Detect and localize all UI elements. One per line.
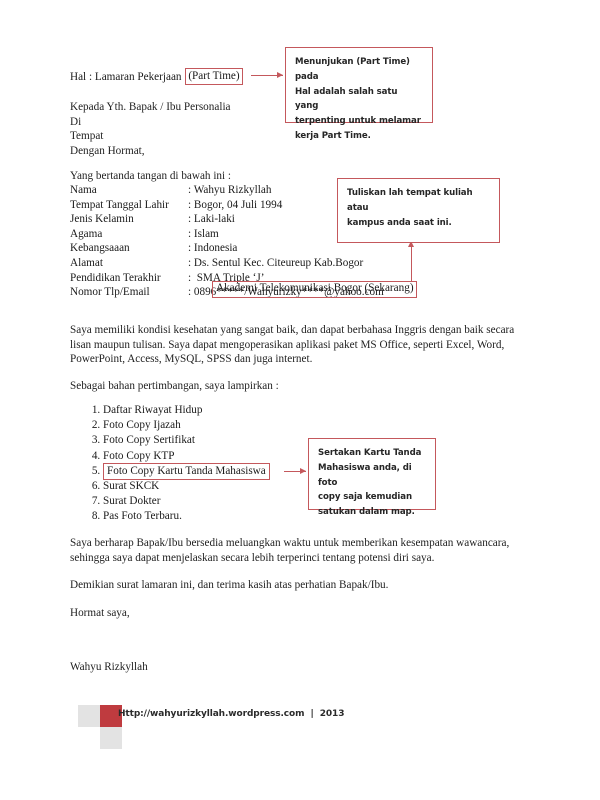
- data-key: Nomor Tlp/Email: [70, 286, 150, 299]
- list-item-label: Pas Foto Terbaru.: [103, 510, 182, 523]
- data-value: : Ds. Sentul Kec. Citeureup Kab.Bogor: [188, 256, 364, 269]
- paragraph-skills: Saya memiliki kondisi kesehatan yang san…: [70, 324, 515, 366]
- data-key: Tempat Tanggal Lahir: [70, 198, 169, 211]
- list-item-label: Surat SKCK: [103, 480, 160, 493]
- annotation-part-time: Menunjukan (Part Time) pada Hal adalah s…: [285, 47, 433, 141]
- subject-line: Hal : Lamaran Pekerjaan (Part Time): [70, 68, 243, 85]
- signature-name: Wahyu Rizkyllah: [70, 661, 148, 673]
- list-item-highlighted: Foto Copy Kartu Tanda Mahasiswa: [103, 462, 270, 481]
- annotation-student-card: Sertakan Kartu Tanda Mahasiswa anda, di …: [308, 438, 436, 517]
- logo-square-gray-left: [78, 705, 100, 727]
- data-key: Agama: [70, 227, 103, 240]
- list-item: Pas Foto Terbaru.: [103, 509, 270, 524]
- list-item: Surat Dokter: [103, 494, 270, 509]
- annotation-campus-text: Tuliskan lah tempat kuliah atau kampus a…: [347, 188, 473, 228]
- highlight-box-part-time[interactable]: (Part Time): [185, 68, 243, 85]
- data-key: Kebangsaaan: [70, 242, 130, 255]
- list-item-label: Foto Copy Ijazah: [103, 419, 181, 432]
- list-item-label: Surat Dokter: [103, 495, 161, 508]
- list-item-label: Daftar Riwayat Hidup: [103, 404, 203, 416]
- logo-square-gray-bottom: [100, 727, 122, 749]
- recipient-block: Kepada Yth. Bapak / Ibu Personalia Di Te…: [70, 101, 231, 157]
- intro-line: Yang bertanda tangan di bawah ini :: [70, 170, 232, 182]
- data-value: : Indonesia: [188, 242, 238, 255]
- table-row: Kebangsaaan : Indonesia: [70, 241, 384, 256]
- data-key: Pendidikan Terakhir: [70, 271, 161, 284]
- list-item: Daftar Riwayat Hidup: [103, 403, 270, 418]
- sign-off: Hormat saya,: [70, 607, 130, 619]
- list-item-label: Foto Copy Sertifikat: [103, 434, 195, 447]
- highlight-box-education[interactable]: Akademi Telekomunikasi Bogor (Sekarang): [212, 281, 417, 298]
- data-key: Nama: [70, 184, 97, 196]
- list-item: Foto Copy KTP: [103, 449, 270, 464]
- annotation-part-time-text: Menunjukan (Part Time) pada Hal adalah s…: [295, 57, 421, 141]
- list-item: Foto Copy Sertifikat: [103, 433, 270, 448]
- list-item-label: Foto Copy KTP: [103, 449, 175, 462]
- highlight-box-student-card[interactable]: Foto Copy Kartu Tanda Mahasiswa: [103, 462, 270, 481]
- subject-label: Hal : Lamaran Pekerjaan: [70, 70, 185, 83]
- document-page: Hal : Lamaran Pekerjaan (Part Time) Menu…: [0, 0, 600, 800]
- footer-url-text[interactable]: Http://wahyurizkyllah.wordpress.com | 20…: [118, 709, 344, 719]
- attachments-list: Daftar Riwayat Hidup Foto Copy Ijazah Fo…: [75, 403, 270, 525]
- page-footer: Http://wahyurizkyllah.wordpress.com | 20…: [0, 700, 600, 760]
- annotation-student-card-text: Sertakan Kartu Tanda Mahasiswa anda, di …: [318, 448, 422, 518]
- paragraph-attachments-lead: Sebagai bahan pertimbangan, saya lampirk…: [70, 380, 279, 392]
- data-key: Alamat: [70, 256, 103, 269]
- list-item: Surat SKCK: [103, 479, 270, 494]
- annotation-campus: Tuliskan lah tempat kuliah atau kampus a…: [337, 178, 500, 243]
- data-key: Jenis Kelamin: [70, 213, 134, 226]
- table-row: Alamat : Ds. Sentul Kec. Citeureup Kab.Bo…: [70, 256, 384, 271]
- list-item: Foto Copy Ijazah: [103, 418, 270, 433]
- paragraph-closing: Demikian surat lamaran ini, dan terima k…: [70, 579, 389, 591]
- paragraph-interview: Saya berharap Bapak/Ibu bersedia meluang…: [70, 537, 510, 564]
